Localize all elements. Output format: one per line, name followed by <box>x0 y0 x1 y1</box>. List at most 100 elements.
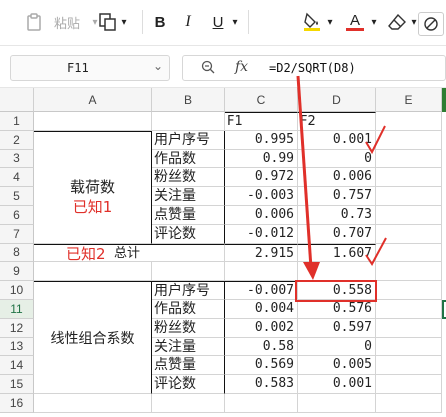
grid-cell[interactable] <box>376 206 442 225</box>
combo-item-name[interactable]: 评论数 <box>152 375 225 394</box>
column-header-d[interactable]: D <box>298 88 376 112</box>
grid-cell[interactable] <box>152 394 225 413</box>
loading-item-f2[interactable]: 0.757 <box>298 187 376 206</box>
combo-item-f2[interactable]: 0.001 <box>298 375 376 394</box>
loading-item-f1[interactable]: 0.006 <box>225 206 298 225</box>
grid-cell[interactable] <box>376 149 442 169</box>
fill-color-dropdown-chevron-icon[interactable]: ▾ <box>324 8 336 36</box>
combo-item-name[interactable]: 点赞量 <box>152 356 225 376</box>
row-header-8[interactable]: 8 <box>0 243 34 263</box>
total-f2[interactable]: 1.607 <box>298 243 376 263</box>
grid-cell[interactable] <box>298 394 376 413</box>
column-header-b[interactable]: B <box>152 88 225 112</box>
loading-item-name[interactable]: 关注量 <box>152 187 225 206</box>
grid-cell[interactable] <box>376 112 442 131</box>
grid-cell[interactable] <box>376 281 442 300</box>
loading-item-f2[interactable]: 0.73 <box>298 206 376 225</box>
combo-item-f1[interactable]: 0.569 <box>225 356 298 376</box>
loading-item-name[interactable]: 评论数 <box>152 224 225 244</box>
formula-input[interactable]: fx =D2/SQRT(D8) <box>182 55 446 81</box>
loading-item-f1[interactable]: 0.995 <box>225 130 298 150</box>
copy-dropdown-chevron-icon[interactable]: ▾ <box>118 8 130 36</box>
grid-cell[interactable] <box>152 262 225 282</box>
row-header-6[interactable]: 6 <box>0 206 34 225</box>
combo-item-f1[interactable]: 0.004 <box>225 300 298 319</box>
loading-item-f1[interactable]: 0.972 <box>225 168 298 188</box>
loading-item-name[interactable]: 点赞量 <box>152 206 225 225</box>
combo-item-f1[interactable]: 0.583 <box>225 375 298 394</box>
name-box[interactable]: F11 ⌄ <box>10 55 170 81</box>
loading-label-cell[interactable]: 载荷数 已知1 <box>34 130 152 244</box>
combo-item-name[interactable]: 用户序号 <box>152 281 225 300</box>
combo-item-f2[interactable]: 0.597 <box>298 318 376 338</box>
loading-item-name[interactable]: 用户序号 <box>152 130 225 150</box>
row-header-14[interactable]: 14 <box>0 356 34 376</box>
combo-item-f2[interactable]: 0.576 <box>298 300 376 319</box>
row-header-7[interactable]: 7 <box>0 224 34 244</box>
row-header-3[interactable]: 3 <box>0 149 34 169</box>
grid-cell[interactable] <box>376 318 442 338</box>
row-header-10[interactable]: 10 <box>0 281 34 300</box>
combo-item-f1[interactable]: 0.002 <box>225 318 298 338</box>
row-header-16[interactable]: 16 <box>0 394 34 413</box>
row-header-2[interactable]: 2 <box>0 130 34 150</box>
column-header-e[interactable]: E <box>376 88 442 112</box>
loading-item-name[interactable]: 作品数 <box>152 149 225 169</box>
fill-color-icon[interactable] <box>300 8 324 36</box>
combo-item-f2[interactable]: 0 <box>298 337 376 357</box>
row-header-11[interactable]: 11 <box>0 300 34 319</box>
loading-item-f1[interactable]: 0.99 <box>225 149 298 169</box>
loading-item-f1[interactable]: -0.012 <box>225 224 298 244</box>
select-all-corner[interactable] <box>0 88 34 112</box>
total-f1[interactable]: 2.915 <box>225 243 298 263</box>
spreadsheet-grid[interactable]: A B C D E 1 2 3 4 5 6 7 8 9 10 11 12 13 14 15 16 F1 F2 载荷数 已知1 用户… <box>0 88 446 417</box>
combo-item-f2[interactable]: 0.558 <box>298 281 376 300</box>
grid-cell[interactable] <box>152 112 225 131</box>
italic-button[interactable]: I <box>178 8 198 36</box>
grid-cell[interactable] <box>376 300 442 319</box>
format-painter-icon[interactable] <box>96 8 118 36</box>
loading-item-f2[interactable]: 0 <box>298 149 376 169</box>
font-color-button[interactable]: A <box>344 8 366 36</box>
combo-label-cell[interactable]: 线性组合系数 <box>34 281 152 394</box>
loading-item-f2[interactable]: 0.707 <box>298 224 376 244</box>
underline-button[interactable]: U <box>208 8 228 36</box>
grid-cell[interactable] <box>225 262 298 282</box>
underline-dropdown-chevron-icon[interactable]: ▾ <box>228 8 242 36</box>
combo-item-f2[interactable]: 0.005 <box>298 356 376 376</box>
active-cell-f11[interactable] <box>442 300 446 319</box>
paste-button[interactable]: 粘贴 <box>46 8 88 36</box>
name-box-chevron-down-icon[interactable]: ⌄ <box>153 59 163 73</box>
row-header-13[interactable]: 13 <box>0 337 34 357</box>
grid-cell[interactable] <box>34 262 152 282</box>
combo-item-f1[interactable]: -0.007 <box>225 281 298 300</box>
font-color-dropdown-chevron-icon[interactable]: ▾ <box>368 8 380 36</box>
header-f2[interactable]: F2 <box>298 112 376 131</box>
loading-item-f2[interactable]: 0.006 <box>298 168 376 188</box>
bold-button[interactable]: B <box>150 8 170 36</box>
row-header-9[interactable]: 9 <box>0 262 34 282</box>
grid-cell[interactable] <box>34 394 152 413</box>
grid-cell[interactable] <box>376 130 442 150</box>
total-label-cell[interactable]: 已知2 总计 <box>34 243 225 263</box>
grid-cell[interactable] <box>376 262 442 282</box>
row-header-15[interactable]: 15 <box>0 375 34 394</box>
grid-cell[interactable] <box>376 394 442 413</box>
grid-cell[interactable] <box>376 356 442 376</box>
row-header-12[interactable]: 12 <box>0 318 34 338</box>
grid-cell[interactable] <box>376 243 442 263</box>
row-header-4[interactable]: 4 <box>0 168 34 188</box>
grid-cell[interactable] <box>376 375 442 394</box>
loading-item-f1[interactable]: -0.003 <box>225 187 298 206</box>
grid-cell[interactable] <box>376 337 442 357</box>
combo-item-name[interactable]: 作品数 <box>152 300 225 319</box>
grid-cell[interactable] <box>376 224 442 244</box>
column-header-c[interactable]: C <box>225 88 298 112</box>
row-header-5[interactable]: 5 <box>0 187 34 206</box>
grid-cell[interactable] <box>298 262 376 282</box>
eraser-icon[interactable] <box>386 8 408 36</box>
grid-cell[interactable] <box>376 168 442 188</box>
header-f1[interactable]: F1 <box>225 112 298 131</box>
column-header-a[interactable]: A <box>34 88 152 112</box>
row-header-1[interactable]: 1 <box>0 112 34 131</box>
